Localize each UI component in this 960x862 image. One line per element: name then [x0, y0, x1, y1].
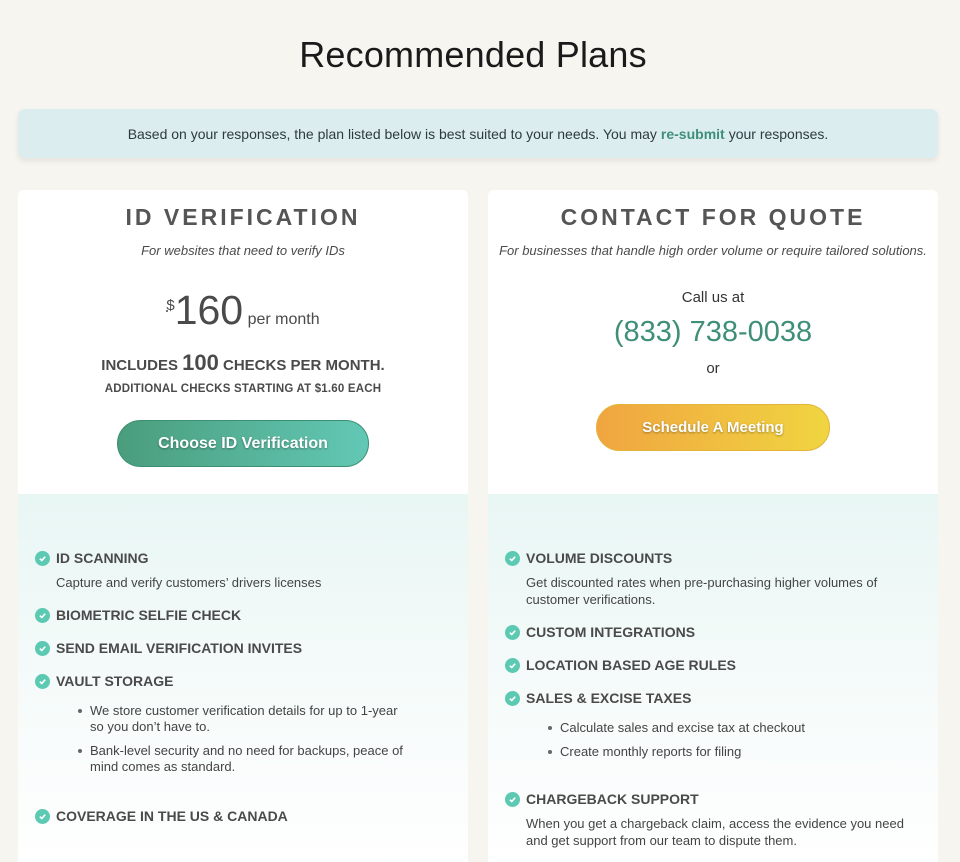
plan-title: ID VERIFICATION — [125, 204, 361, 230]
feature-item: SALES & EXCISE TAXES Calculate sales and… — [505, 690, 918, 768]
feature-item: ID SCANNING Capture and verify customers… — [35, 550, 448, 591]
notice-text-before: Based on your responses, the plan listed… — [127, 125, 657, 142]
check-circle-icon — [35, 607, 50, 623]
plan-title: CONTACT FOR QUOTE — [560, 204, 866, 230]
feature-subitem: Bank-level security and no need for back… — [78, 743, 410, 775]
feature-item: CUSTOM INTEGRATIONS — [505, 624, 918, 640]
includes-prefix: INCLUDES — [101, 357, 178, 374]
feature-sublist: Calculate sales and excise tax at checko… — [548, 720, 918, 760]
check-circle-icon — [35, 673, 50, 689]
includes-count: 100 — [182, 350, 219, 375]
feature-title: CHARGEBACK SUPPORT — [526, 791, 699, 807]
check-circle-icon — [35, 550, 50, 566]
feature-title: CUSTOM INTEGRATIONS — [526, 624, 696, 640]
plan-card-header: CONTACT FOR QUOTE For businesses that ha… — [488, 190, 938, 494]
feature-description: Capture and verify customers’ drivers li… — [56, 575, 322, 590]
check-circle-icon — [505, 657, 520, 673]
plan-features: VOLUME DISCOUNTS Get discounted rates wh… — [488, 494, 938, 862]
plan-subtitle: For businesses that handle high order vo… — [499, 243, 927, 258]
feature-item: SEND EMAIL VERIFICATION INVITES — [35, 640, 448, 656]
plan-subtitle: For websites that need to verify IDs — [141, 243, 345, 258]
plan-includes: INCLUDES 100 CHECKS PER MONTH. — [18, 350, 468, 376]
check-circle-icon — [505, 624, 520, 640]
resubmit-link[interactable]: re-submit — [661, 126, 725, 142]
check-circle-icon — [505, 550, 520, 566]
feature-item: VOLUME DISCOUNTS Get discounted rates wh… — [505, 550, 918, 608]
plan-features: ID SCANNING Capture and verify customers… — [18, 494, 468, 862]
or-separator: or — [706, 360, 720, 377]
feature-title: VOLUME DISCOUNTS — [526, 550, 673, 566]
feature-title: ID SCANNING — [56, 550, 149, 566]
recommendation-notice: Based on your responses, the plan listed… — [18, 109, 938, 158]
feature-item: BIOMETRIC SELFIE CHECK — [35, 607, 448, 623]
price-amount: 160 — [174, 287, 244, 333]
choose-id-verification-button[interactable]: Choose ID Verification — [117, 420, 369, 467]
check-circle-icon — [505, 690, 520, 706]
price-period: per month — [247, 311, 320, 328]
phone-number[interactable]: (833) 738-0038 — [488, 316, 938, 349]
feature-title: COVERAGE IN THE US & CANADA — [56, 808, 288, 824]
check-circle-icon — [35, 640, 50, 656]
feature-description: When you get a chargeback claim, access … — [526, 816, 904, 848]
additional-checks-note: ADDITIONAL CHECKS STARTING AT $1.60 EACH — [104, 383, 382, 395]
feature-title: LOCATION BASED AGE RULES — [526, 657, 737, 673]
feature-item: COVERAGE IN THE US & CANADA — [35, 808, 448, 824]
price-currency: $ — [166, 297, 175, 314]
feature-title: BIOMETRIC SELFIE CHECK — [56, 607, 242, 623]
feature-title: SALES & EXCISE TAXES — [526, 690, 692, 706]
feature-title: SEND EMAIL VERIFICATION INVITES — [56, 640, 303, 656]
includes-suffix: CHECKS PER MONTH. — [223, 357, 385, 374]
feature-subitem: Calculate sales and excise tax at checko… — [548, 720, 918, 736]
notice-text-after: your responses. — [728, 125, 829, 142]
schedule-meeting-button[interactable]: Schedule A Meeting — [596, 404, 830, 451]
call-label: Call us at — [681, 289, 745, 306]
feature-sublist: We store customer verification details f… — [78, 703, 410, 775]
feature-item: CHARGEBACK SUPPORT When you get a charge… — [505, 791, 918, 849]
plan-card-contact-for-quote: CONTACT FOR QUOTE For businesses that ha… — [488, 190, 938, 862]
feature-item: LOCATION BASED AGE RULES — [505, 657, 918, 673]
plan-price: $160 per month — [18, 287, 468, 334]
feature-description: Get discounted rates when pre-purchasing… — [526, 575, 878, 607]
feature-item: VAULT STORAGE We store customer verifica… — [35, 673, 448, 783]
plan-card-header: ID VERIFICATION For websites that need t… — [18, 190, 468, 494]
page-title: Recommended Plans — [299, 34, 647, 75]
feature-title: VAULT STORAGE — [56, 673, 174, 689]
feature-subitem: Create monthly reports for filing — [548, 744, 918, 760]
check-circle-icon — [505, 791, 520, 807]
feature-subitem: We store customer verification details f… — [78, 703, 410, 735]
plan-card-id-verification: ID VERIFICATION For websites that need t… — [18, 190, 468, 862]
check-circle-icon — [35, 808, 50, 824]
